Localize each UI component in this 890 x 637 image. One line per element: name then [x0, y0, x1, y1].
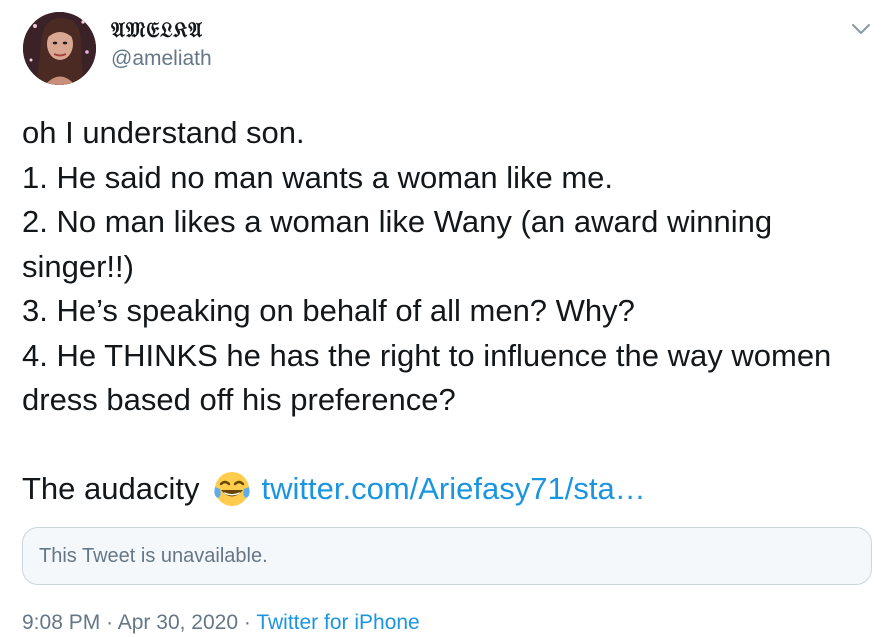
tweet-link[interactable]: twitter.com/Ariefasy71/sta…: [262, 467, 646, 511]
tweet-time[interactable]: 9:08 PM: [22, 611, 100, 634]
unavailable-message: This Tweet is unavailable.: [39, 544, 268, 567]
tweet-meta: 9:08 PM · Apr 30, 2020 · Twitter for iPh…: [22, 611, 420, 635]
tweet-date[interactable]: Apr 30, 2020: [118, 611, 238, 634]
display-name[interactable]: 𝔄𝔐𝔈𝔏𝔎𝔄: [111, 17, 203, 43]
avatar[interactable]: [23, 12, 96, 85]
meta-separator: ·: [106, 611, 114, 634]
tweet-closing-line: The audacity twitter.com/Ariefasy71/sta…: [22, 467, 646, 511]
handle[interactable]: @ameliath: [111, 47, 212, 71]
chevron-down-icon[interactable]: [846, 14, 876, 44]
quoted-tweet-card[interactable]: This Tweet is unavailable.: [22, 527, 872, 585]
tweet-text: oh I understand son. 1. He said no man w…: [22, 115, 832, 417]
meta-separator: ·: [243, 611, 251, 634]
closing-text: The audacity: [22, 471, 200, 506]
tweet-source-link[interactable]: Twitter for iPhone: [256, 611, 419, 634]
face-with-tears-of-joy-icon: [212, 469, 252, 509]
